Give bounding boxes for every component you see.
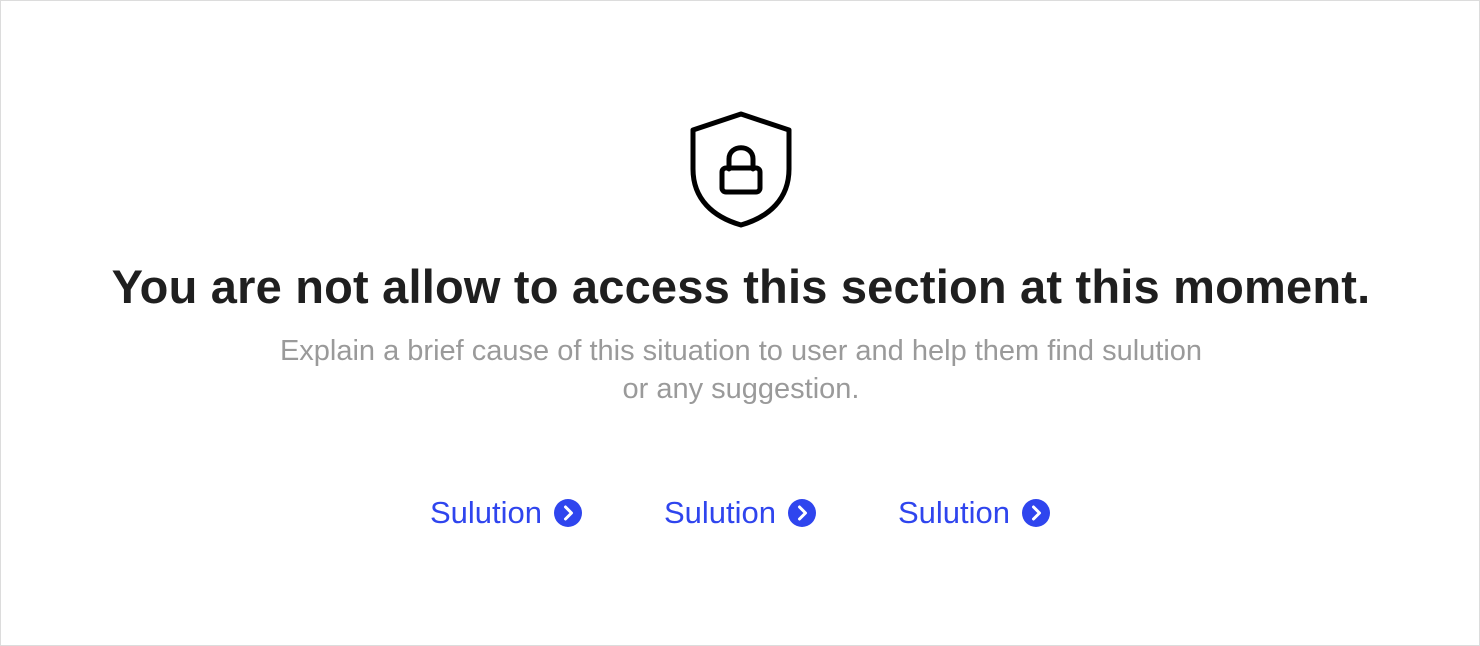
shield-lock-icon <box>689 111 793 229</box>
access-denied-panel: You are not allow to access this section… <box>0 0 1480 646</box>
description-line: or any suggestion. <box>622 373 860 405</box>
solution-link-label: Sulution <box>430 495 543 530</box>
solution-link[interactable]: Sulution <box>898 491 1051 535</box>
chevron-right-circle-icon <box>1022 499 1051 527</box>
solution-link[interactable]: Sulution <box>664 491 817 535</box>
description-line: Explain a brief cause of this situation … <box>279 335 1203 367</box>
solution-links: Sulution Sulution Sulution <box>1 491 1480 535</box>
chevron-right-circle-icon <box>788 499 817 527</box>
solution-link[interactable]: Sulution <box>430 491 583 535</box>
solution-link-label: Sulution <box>664 495 777 530</box>
chevron-right-circle-icon <box>554 499 583 527</box>
page-title: You are not allow to access this section… <box>111 260 1371 313</box>
description: Explain a brief cause of this situation … <box>1 332 1480 408</box>
solution-link-label: Sulution <box>898 495 1011 530</box>
